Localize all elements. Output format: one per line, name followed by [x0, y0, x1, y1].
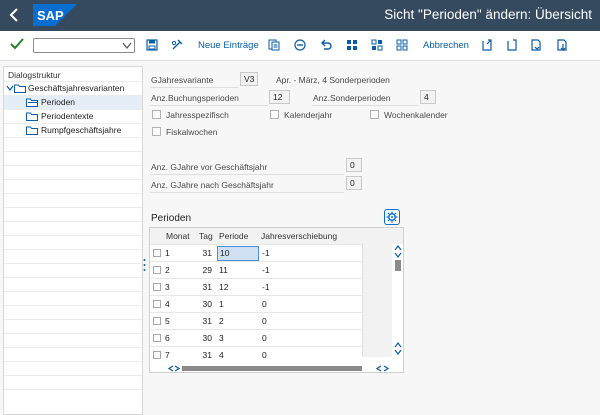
sap-logo: SAP [33, 4, 77, 26]
select-block-icon[interactable] [371, 39, 383, 51]
special-periods-field: 4 [420, 90, 436, 104]
gear-icon [386, 211, 398, 223]
special-periods-label: Anz.Sonderperioden [313, 93, 391, 103]
copy-as-icon[interactable] [268, 39, 280, 51]
week-calendar-label: Wochenkalender [384, 110, 448, 120]
scroll-thumb[interactable] [182, 366, 362, 371]
table-row: 2 29 11 -1 [150, 261, 362, 278]
tree-item-shortened-fiscal-years[interactable]: Rumpfgeschäftsjahre [26, 124, 142, 137]
save-icon[interactable] [146, 39, 158, 51]
chevron-down-icon[interactable] [394, 252, 402, 258]
tree-item-periods[interactable]: Perioden [26, 96, 142, 109]
dialog-structure-panel: Dialogstruktur Geschäftsjahresvarianten … [3, 66, 143, 415]
chevron-left-icon[interactable] [376, 365, 382, 372]
row-selector[interactable] [153, 334, 161, 342]
chevron-up-icon[interactable] [394, 245, 402, 251]
posting-periods-label: Anz.Buchungsperioden [151, 93, 239, 103]
col-month: Monat [165, 228, 195, 244]
chevron-up-icon[interactable] [394, 342, 402, 348]
years-after-label: Anz. GJahre nach Geschäftsjahr [151, 180, 274, 190]
table-settings-button[interactable] [384, 209, 400, 225]
chevron-right-icon[interactable] [383, 365, 389, 372]
variant-field: V3 [240, 72, 258, 86]
folder-icon [14, 84, 26, 93]
row-selector[interactable] [153, 317, 161, 325]
years-before-field: 0 [346, 158, 362, 172]
tree-item-fiscal-year-variants[interactable]: Geschäftsjahresvarianten [6, 82, 142, 95]
last-page-icon[interactable] [556, 39, 568, 51]
svg-text:SAP: SAP [37, 8, 64, 23]
tree-item-period-texts[interactable]: Periodentexte [26, 110, 142, 123]
folder-icon [26, 126, 38, 135]
dialog-structure-title: Dialogstruktur [8, 70, 61, 80]
chevron-down-icon[interactable] [394, 349, 402, 355]
posting-periods-field: 12 [269, 90, 290, 104]
chevron-down-icon[interactable] [6, 84, 14, 92]
row-selector[interactable] [153, 351, 161, 359]
col-day: Tag [195, 228, 217, 244]
table-row: 5 31 2 0 [150, 312, 362, 329]
first-page-icon[interactable] [481, 39, 493, 51]
year-dependent-checkbox [152, 110, 161, 119]
variant-description: Apr. - März, 4 Sonderperioden [276, 75, 390, 85]
table-row: 6 30 3 0 [150, 329, 362, 346]
checkmark-icon[interactable] [10, 37, 24, 51]
year-dependent-label: Jahresspezifisch [166, 110, 229, 120]
years-after-field: 0 [346, 176, 362, 190]
chevron-right-icon[interactable] [174, 365, 180, 372]
next-page-icon[interactable] [530, 39, 542, 51]
toolbar: Neue Einträge Abbrechen [0, 31, 600, 61]
display-change-icon[interactable] [171, 39, 183, 51]
new-entries-button[interactable]: Neue Einträge [198, 40, 259, 51]
back-icon[interactable] [6, 5, 24, 25]
row-selector[interactable] [153, 266, 161, 274]
row-selector[interactable] [153, 283, 161, 291]
page-title: Sicht "Perioden" ändern: Übersicht [384, 7, 592, 22]
undo-icon[interactable] [320, 39, 332, 51]
periods-table: Monat Tag Periode Jahresverschiebung 1 3… [149, 227, 404, 373]
delete-icon[interactable] [294, 39, 306, 51]
variant-label: GJahresvariante [151, 75, 214, 85]
command-field[interactable] [33, 38, 135, 53]
deselect-all-icon[interactable] [396, 39, 408, 51]
chevron-down-icon[interactable] [122, 41, 132, 50]
years-before-label: Anz. GJahre vor Geschäftsjahr [151, 162, 268, 172]
vertical-scrollbar[interactable] [393, 244, 403, 357]
row-selector[interactable] [153, 300, 161, 308]
splitter-handle[interactable] [143, 258, 146, 272]
select-all-icon[interactable] [346, 39, 358, 51]
fiscal-weeks-label: Fiskalwochen [166, 127, 218, 137]
open-folder-icon [26, 98, 38, 107]
folder-icon [26, 112, 38, 121]
period-input[interactable]: 10 [217, 246, 259, 261]
col-year-shift: Jahresverschiebung [259, 228, 403, 244]
periods-title: Perioden [151, 213, 192, 224]
cancel-button[interactable]: Abbrechen [423, 40, 469, 51]
week-calendar-checkbox [370, 110, 379, 119]
fiscal-weeks-checkbox [152, 127, 161, 136]
table-row: 4 30 1 0 [150, 295, 362, 312]
col-period: Periode [217, 228, 259, 244]
calendar-year-checkbox [270, 110, 279, 119]
row-selector[interactable] [153, 249, 161, 257]
previous-page-icon[interactable] [506, 39, 518, 51]
shell-bar: SAP Sicht "Perioden" ändern: Übersicht [0, 0, 600, 31]
table-row: 3 31 12 -1 [150, 278, 362, 295]
table-row: 1 31 10 -1 [150, 244, 362, 261]
table-row: 7 31 4 0 [150, 346, 362, 363]
scroll-thumb[interactable] [395, 260, 401, 271]
horizontal-scrollbar[interactable] [150, 363, 403, 372]
calendar-year-label: Kalenderjahr [284, 110, 333, 120]
